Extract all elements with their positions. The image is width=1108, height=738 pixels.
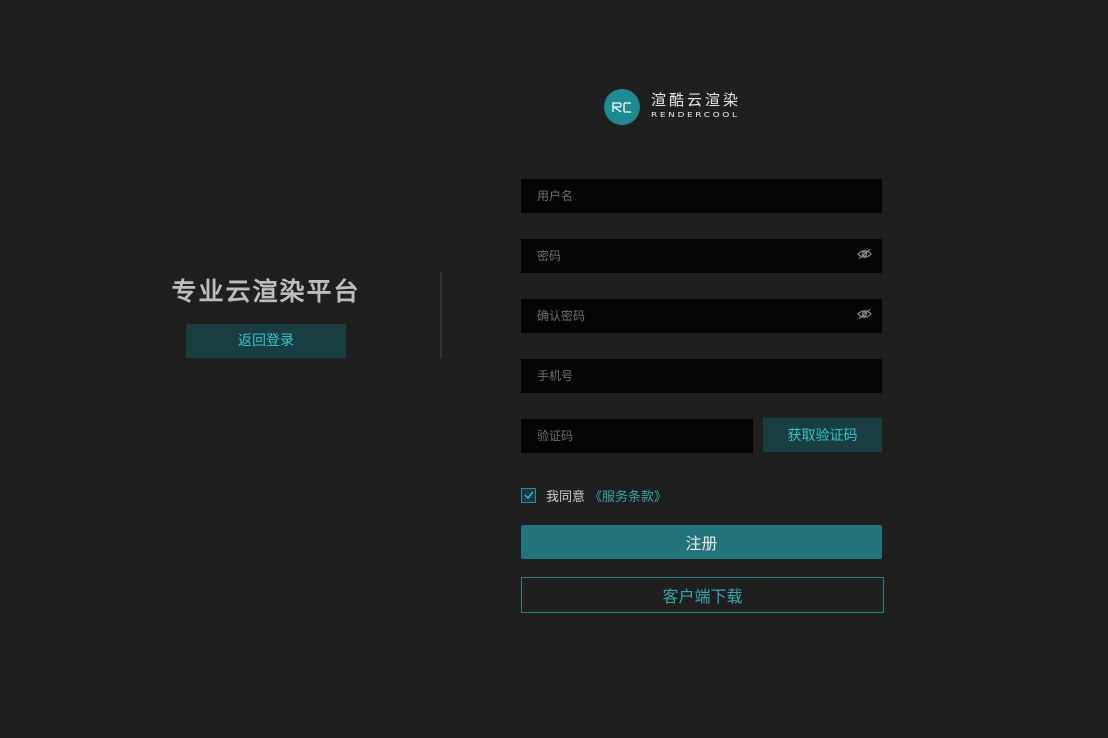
logo-name-en: RENDERCOOL <box>651 111 740 120</box>
logo-mark-icon <box>604 89 640 125</box>
vertical-divider <box>440 272 442 358</box>
terms-agreement: 我同意 《服务条款》 <box>521 486 667 505</box>
logo-text: 渲酷云渲染 RENDERCOOL <box>651 93 741 121</box>
verification-code-input[interactable] <box>521 419 753 453</box>
password-field <box>521 239 882 273</box>
phone-input[interactable] <box>521 359 882 393</box>
client-download-button[interactable]: 客户端下载 <box>521 577 884 613</box>
confirm-password-input[interactable] <box>521 299 882 333</box>
confirm-password-field <box>521 299 882 333</box>
terms-link[interactable]: 《服务条款》 <box>589 486 667 505</box>
get-code-button[interactable]: 获取验证码 <box>763 418 882 452</box>
logo-rc-glyph <box>611 102 631 113</box>
back-to-login-button[interactable]: 返回登录 <box>186 324 346 358</box>
username-field <box>521 179 882 213</box>
register-button[interactable]: 注册 <box>521 525 882 559</box>
eye-off-icon[interactable] <box>857 308 872 320</box>
username-input[interactable] <box>521 179 882 213</box>
logo-name-cn: 渲酷云渲染 <box>651 91 742 109</box>
agree-label: 我同意 <box>546 489 586 505</box>
logo: 渲酷云渲染 RENDERCOOL <box>604 89 741 125</box>
checkmark-icon <box>524 491 534 499</box>
eye-off-icon[interactable] <box>857 248 872 260</box>
phone-field <box>521 359 882 393</box>
agree-checkbox[interactable] <box>521 487 536 503</box>
password-input[interactable] <box>521 239 882 273</box>
platform-slogan: 专业云渲染平台 <box>171 277 361 306</box>
verification-code-field <box>521 419 753 453</box>
